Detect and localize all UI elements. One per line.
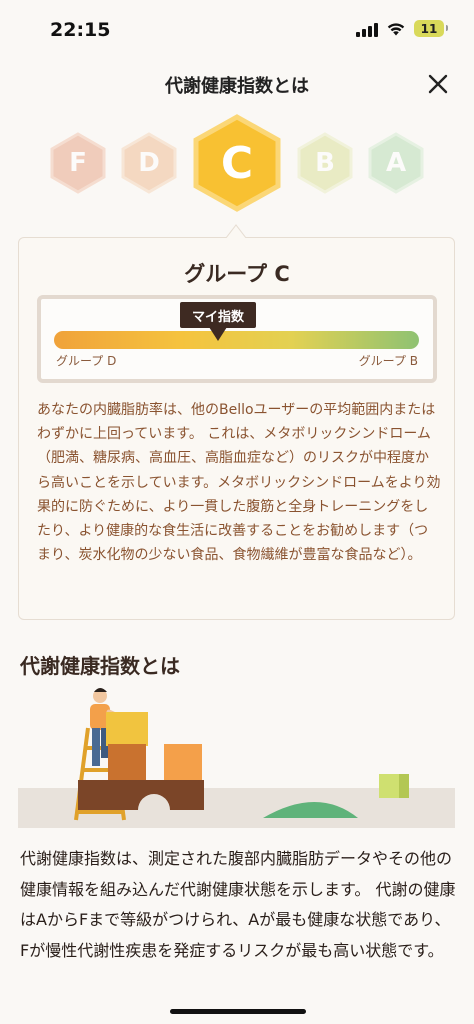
metabolic-illustration [18,688,455,828]
grade-letter-c: C [220,137,254,189]
battery-icon: 11 [414,20,448,37]
scale-left-label: グループ D [56,354,117,368]
grade-hex-b[interactable]: B [297,132,353,194]
wifi-icon [387,22,405,35]
grade-letter-d: D [138,148,160,178]
home-indicator[interactable] [170,1009,306,1014]
close-icon [428,74,448,94]
signal-icon [356,21,378,37]
grade-letter-f: F [69,148,87,178]
group-title: グループ C [184,262,290,286]
close-button[interactable] [422,68,454,100]
page-title: 代謝健康指数とは [165,76,309,97]
status-time: 22:15 [50,19,111,41]
section-heading: 代謝健康指数とは [20,654,180,678]
index-scale-bar [54,331,419,349]
result-description: あなたの内臓脂肪率は、他のBelloユーザーの平均範囲内またはわずかに上回ってい… [37,402,441,564]
grade-letter-b: B [315,148,335,178]
grade-hex-a[interactable]: A [368,132,424,194]
battery-level: 11 [420,21,438,36]
my-index-pointer [209,327,227,341]
about-description: 代謝健康指数は、測定された腹部内臓脂肪データやその他の健康情報を組み込んだ代謝健… [20,849,456,960]
grade-letter-a: A [385,148,407,178]
grade-hex-d[interactable]: D [121,132,177,194]
card-pointer [226,224,246,238]
status-bar: 22:15 11 [0,0,474,60]
status-icons: 11 [356,20,448,37]
my-index-tag: マイ指数 [180,302,256,328]
grade-hex-f[interactable]: F [50,132,106,194]
grade-selector: F D C B A [0,108,474,218]
grade-hex-c[interactable]: C [193,114,281,212]
scale-right-label: グループ B [358,354,418,368]
